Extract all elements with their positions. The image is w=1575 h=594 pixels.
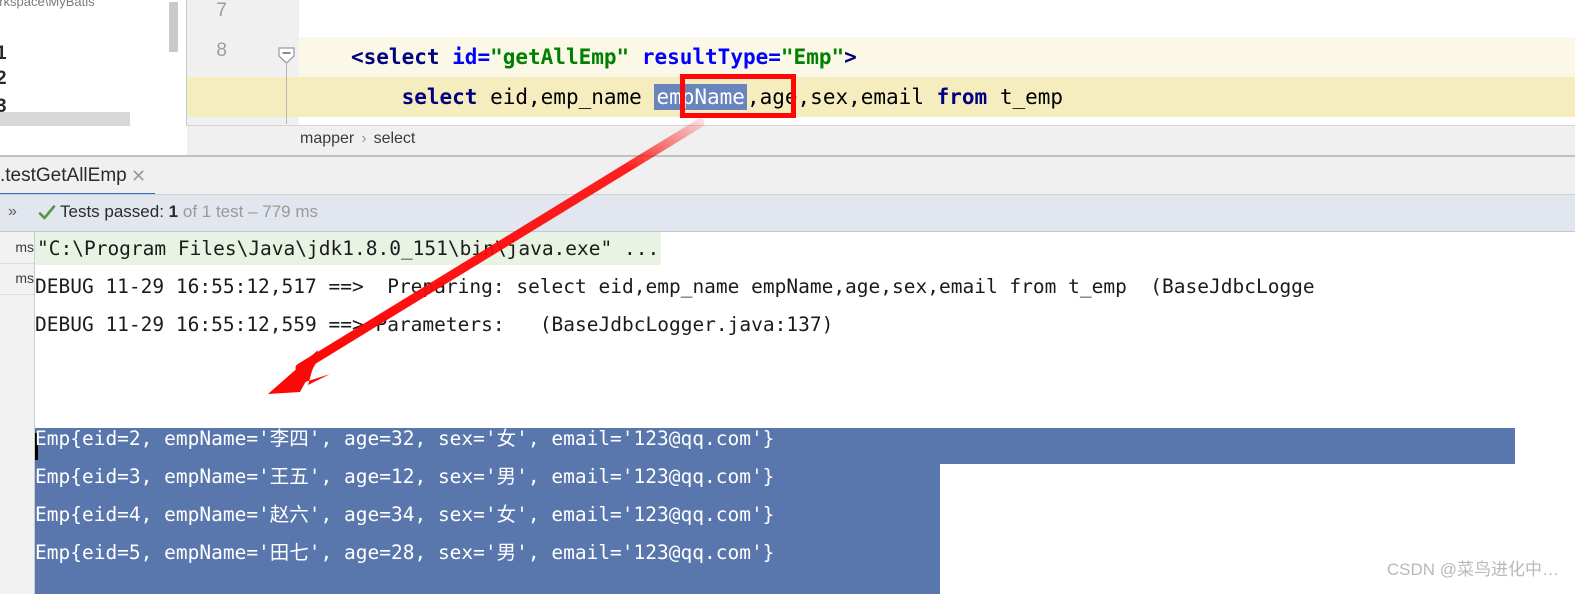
line-number-7: 7 xyxy=(216,0,227,21)
watermark-label: CSDN @菜鸟进化中… xyxy=(1386,560,1559,579)
console-line-java-exe[interactable]: "C:\Program Files\Java\jdk1.8.0_151\bin\… xyxy=(35,232,662,265)
resulttype-attribute-value: "Emp" xyxy=(780,45,845,69)
test-tab-strip: .testGetAllEmp ✕ xyxy=(0,157,1575,196)
project-number-2: 2 xyxy=(0,68,7,90)
console-text: Emp{eid=4, empName='赵六', age=34, sex='女'… xyxy=(35,503,775,526)
resulttype-attribute-name: resultType= xyxy=(641,45,781,69)
status-prefix: Tests passed: xyxy=(60,202,169,221)
sql-table-name: t_emp xyxy=(987,85,1064,109)
code-line-7[interactable]: <!--List<Emp> getAllEmp();--> xyxy=(299,0,1575,69)
project-scrollbar[interactable] xyxy=(169,2,178,52)
select-tag-open: <select xyxy=(351,45,453,69)
id-attribute-name: id= xyxy=(452,45,491,69)
console-line-emp-5[interactable]: Emp{eid=5, empName='田七', age=28, sex='男'… xyxy=(35,536,774,569)
timing-cell-2: ms xyxy=(0,263,34,295)
line9-gutter-highlight xyxy=(187,77,299,117)
breadcrumb-separator-icon: › xyxy=(361,130,367,147)
project-panel-footer-strip xyxy=(0,112,130,126)
project-path-label: orkspace\MyBatis xyxy=(0,0,95,9)
select-tag-close: > xyxy=(844,45,857,69)
test-status-text: Tests passed: 1 of 1 test – 779 ms xyxy=(60,202,318,222)
console-line-emp-2[interactable]: Emp{eid=2, empName='李四', age=32, sex='女'… xyxy=(35,422,774,455)
breadcrumb[interactable]: mapper › select xyxy=(300,130,415,148)
console-text: DEBUG 11-29 16:55:12,517 ==> Preparing: … xyxy=(35,275,1315,298)
tab-test-getallemp[interactable]: .testGetAllEmp ✕ xyxy=(0,157,155,195)
sql-keyword-from: from xyxy=(936,85,988,109)
line9-indent xyxy=(351,85,402,109)
close-icon[interactable]: ✕ xyxy=(131,166,146,187)
project-tool-window[interactable]: orkspace\MyBatis 1 2 3 xyxy=(0,0,187,126)
code-line-9[interactable]: select eid,emp_name empName,age,sex,emai… xyxy=(299,77,1575,117)
timing-gutter: ms ms xyxy=(0,232,35,594)
attr-space xyxy=(629,45,642,69)
console-line-emp-3[interactable]: Emp{eid=3, empName='王五', age=12, sex='男'… xyxy=(35,460,774,493)
timing-cell-1: ms xyxy=(0,232,34,264)
console-text: Emp{eid=1, empName='张三', age=23, sex='男'… xyxy=(35,389,775,412)
code-fold-line xyxy=(286,62,287,124)
console-text: "C:\Program Files\Java\jdk1.8.0_151\bin\… xyxy=(35,232,662,265)
sql-keyword-select: select xyxy=(401,85,478,109)
console-line-emp-1[interactable]: Emp{eid=1, empName='张三', age=23, sex='男'… xyxy=(35,384,774,417)
console-text: DEBUG 11-29 16:55:12,559 ==> Parameters:… xyxy=(35,313,834,336)
console-text: Emp{eid=3, empName='王五', age=12, sex='男'… xyxy=(35,465,775,488)
status-suffix: of 1 test – 779 ms xyxy=(178,202,318,221)
console-line-parameters[interactable]: DEBUG 11-29 16:55:12,559 ==> Parameters:… xyxy=(35,308,833,341)
breadcrumb-bar: mapper › select xyxy=(187,125,1575,156)
console-line-preparing[interactable]: DEBUG 11-29 16:55:12,517 ==> Preparing: … xyxy=(35,270,1315,303)
status-count: 1 xyxy=(168,202,179,221)
expand-chevrons-icon[interactable]: » xyxy=(8,203,17,221)
tab-label: .testGetAllEmp xyxy=(0,165,127,186)
console-line-emp-4[interactable]: Emp{eid=4, empName='赵六', age=34, sex='女'… xyxy=(35,498,774,531)
test-status-bar: » Tests passed: 1 of 1 test – 779 ms xyxy=(0,195,1575,232)
line-number-8: 8 xyxy=(216,40,227,61)
red-annotation-box xyxy=(680,74,796,118)
sql-columns-before: eid,emp_name xyxy=(477,85,655,109)
console-text: Emp{eid=2, empName='李四', age=32, sex='女'… xyxy=(35,427,775,450)
console-text: Emp{eid=5, empName='田七', age=28, sex='男'… xyxy=(35,541,775,564)
code-line-8[interactable]: <select id="getAllEmp" resultType="Emp"> xyxy=(299,37,1575,77)
code-lines-container[interactable]: <!--List<Emp> getAllEmp();--> <select id… xyxy=(299,0,1575,126)
check-mark-icon xyxy=(38,205,56,220)
breadcrumb-item-mapper[interactable]: mapper xyxy=(300,130,354,147)
project-number-1: 1 xyxy=(0,43,7,65)
code-editor: orkspace\MyBatis 1 2 3 7 8 9 <!--List<Em… xyxy=(0,0,1575,157)
console-line-total[interactable]: DEBUG 11-29 16:55:12,583 <== Total: 5 (B… xyxy=(35,346,845,379)
id-attribute-value: "getAllEmp" xyxy=(490,45,630,69)
console-text: DEBUG 11-29 16:55:12,583 <== Total: 5 (B… xyxy=(35,351,846,374)
breadcrumb-item-select[interactable]: select xyxy=(374,130,416,147)
console-output[interactable]: "C:\Program Files\Java\jdk1.8.0_151\bin\… xyxy=(35,232,1575,594)
run-tool-window: .testGetAllEmp ✕ » Tests passed: 1 of 1 … xyxy=(0,157,1575,594)
